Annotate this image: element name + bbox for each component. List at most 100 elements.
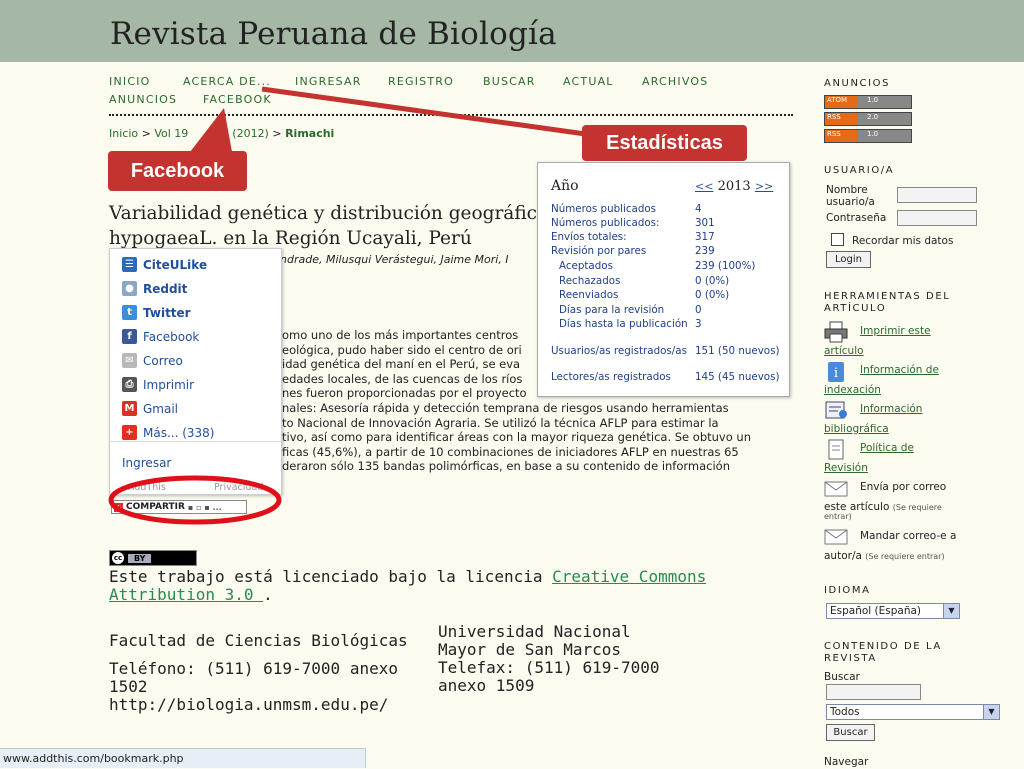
compartir-button[interactable]: + COMPARTIR ▪ ▫ ▪ ... [111, 500, 247, 514]
printer-icon: ⎙ [122, 377, 137, 392]
indexing-info-link-2[interactable]: indexación [824, 384, 881, 396]
feed-type: ATOM [825, 96, 857, 108]
abstract-line: nales: Asesoría rápida y detección tempr… [282, 400, 729, 415]
email-author-label-2: autor/a (Se requiere entrar) [824, 550, 945, 562]
stats-label: Lectores/as registrados [551, 371, 671, 383]
share-item-twitter[interactable]: t Twitter [122, 305, 191, 320]
nav-ingresar[interactable]: INGRESAR [295, 75, 362, 88]
login-required-note-2: entrar) [824, 512, 852, 521]
share-item-label: Twitter [143, 305, 191, 320]
nav-archivos[interactable]: ARCHIVOS [642, 75, 708, 88]
article-title: Variabilidad genética y distribución geo… [109, 201, 549, 251]
article-title-line: Variabilidad genética y distribución geo… [109, 203, 538, 224]
print-article-link-2[interactable]: artículo [824, 345, 864, 357]
nav-facebook[interactable]: FACEBOOK [203, 93, 272, 106]
mail-icon: ✉ [122, 353, 137, 368]
next-year-link[interactable]: >> [755, 180, 773, 193]
stats-value: 239 (100%) [695, 260, 756, 272]
share-item-gmail[interactable]: M Gmail [122, 401, 178, 416]
prev-year-link[interactable]: << [695, 180, 713, 193]
current-year: 2013 [717, 179, 751, 194]
reddit-icon: ● [122, 281, 137, 296]
document-icon [828, 439, 844, 460]
rss1-feed-badge[interactable]: RSS 1.0 [824, 129, 912, 143]
article-authors: ndrade, Milusqui Verástegui, Jaime Mori,… [280, 253, 509, 266]
nav-anuncios[interactable]: ANUNCIOS [109, 93, 177, 106]
search-input[interactable] [826, 684, 921, 700]
license-text: Este trabajo está licenciado bajo la lic… [109, 568, 799, 604]
license-suffix: . [263, 585, 273, 604]
browse-label: Navegar [824, 756, 869, 768]
footer-line: anexo 1509 [438, 676, 535, 695]
footer-line: Universidad Nacional [438, 622, 631, 641]
atom-feed-badge[interactable]: ATOM 1.0 [824, 95, 912, 109]
bibliography-icon [825, 401, 847, 419]
search-scope-select[interactable]: Todos ▼ [826, 704, 1000, 720]
share-item-m-s[interactable]: + Más... (338) [122, 425, 214, 440]
footer-faculty: Facultad de Ciencias Biológicas Teléfono… [109, 632, 408, 714]
breadcrumb-number[interactable]: 3 (2012) [222, 127, 269, 140]
license-prefix: Este trabajo está licenciado bajo la lic… [109, 567, 553, 586]
email-article-label[interactable]: Envía por correo [860, 481, 946, 493]
search-label: Buscar [824, 671, 860, 683]
stats-label: Rechazados [559, 275, 621, 287]
nav-divider [109, 114, 793, 116]
breadcrumb-separator: > [272, 127, 282, 140]
feed-version: 1.0 [867, 130, 879, 138]
rss2-feed-badge[interactable]: RSS 2.0 [824, 112, 912, 126]
remember-checkbox[interactable] [831, 233, 844, 246]
share-item-imprimir[interactable]: ⎙ Imprimir [122, 377, 194, 392]
stats-value: 145 (45 nuevos) [695, 371, 780, 383]
footer-line: Telefax: (511) 619-7000 [438, 658, 660, 677]
nav-buscar[interactable]: BUSCAR [483, 75, 536, 88]
review-policy-link[interactable]: Política de [860, 442, 914, 454]
cc-icon: cc [112, 552, 124, 564]
share-services-icons: ▪ ▫ ▪ ... [187, 502, 222, 512]
citeulike-icon: ☰ [122, 257, 137, 272]
password-field[interactable] [897, 210, 977, 226]
email-author-text[interactable]: autor/a [824, 550, 862, 562]
biblio-info-link-2[interactable]: bibliográfica [824, 423, 889, 435]
addthis-brand[interactable]: AddThis [128, 482, 166, 493]
privacy-link[interactable]: Privacidad [214, 482, 263, 493]
breadcrumb-home[interactable]: Inicio [109, 127, 138, 140]
nav-inicio[interactable]: INICIO [109, 75, 151, 88]
stats-value: 301 [695, 217, 715, 229]
email-author-label[interactable]: Mandar correo-e a [860, 530, 956, 542]
share-login-link[interactable]: Ingresar [122, 456, 171, 470]
share-item-correo[interactable]: ✉ Correo [122, 353, 183, 368]
stats-label: Envíos totales: [551, 231, 627, 243]
gmail-icon: M [122, 401, 137, 416]
login-button[interactable]: Login [826, 251, 871, 268]
cc-license-badge[interactable]: cc BY [109, 550, 197, 566]
year-label: Año [551, 178, 579, 194]
compartir-label: COMPARTIR [126, 502, 185, 512]
tools-heading-2: ARTÍCULO [824, 303, 887, 314]
search-scope-selected: Todos [830, 706, 860, 718]
nav-acerca[interactable]: ACERCA DE... [183, 75, 271, 88]
review-policy-link-2[interactable]: Revisión [824, 462, 868, 474]
info-icon: i [828, 362, 844, 382]
share-item-reddit[interactable]: ● Reddit [122, 281, 187, 296]
language-heading: IDIOMA [824, 585, 871, 596]
year-navigator: << 2013 >> [695, 179, 773, 194]
by-icon: BY [128, 553, 152, 563]
indexing-info-link[interactable]: Información de [860, 364, 939, 376]
share-item-facebook[interactable]: f Facebook [122, 329, 199, 344]
nav-registro[interactable]: REGISTRO [388, 75, 454, 88]
content-heading-2: REVISTA [824, 653, 877, 664]
nav-actual[interactable]: ACTUAL [563, 75, 614, 88]
stats-label: Números publicados [551, 203, 657, 215]
remember-label: Recordar mis datos [852, 235, 954, 247]
breadcrumb-volume[interactable]: Vol 19 [154, 127, 188, 140]
share-item-label: Imprimir [143, 377, 195, 392]
abstract-line: tivo, así como para identificar áreas co… [282, 430, 751, 445]
print-article-link[interactable]: Imprimir este [860, 325, 931, 337]
share-item-citeulike[interactable]: ☰ CiteULike [122, 257, 207, 272]
username-field[interactable] [897, 187, 977, 203]
language-select[interactable]: Español (España) ▼ [826, 603, 960, 619]
biblio-info-link[interactable]: Información [860, 403, 922, 415]
search-button[interactable]: Buscar [826, 724, 875, 741]
share-item-label: CiteULike [143, 257, 208, 272]
abstract-line: deraron sólo 135 bandas polimórficas, en… [282, 459, 731, 474]
